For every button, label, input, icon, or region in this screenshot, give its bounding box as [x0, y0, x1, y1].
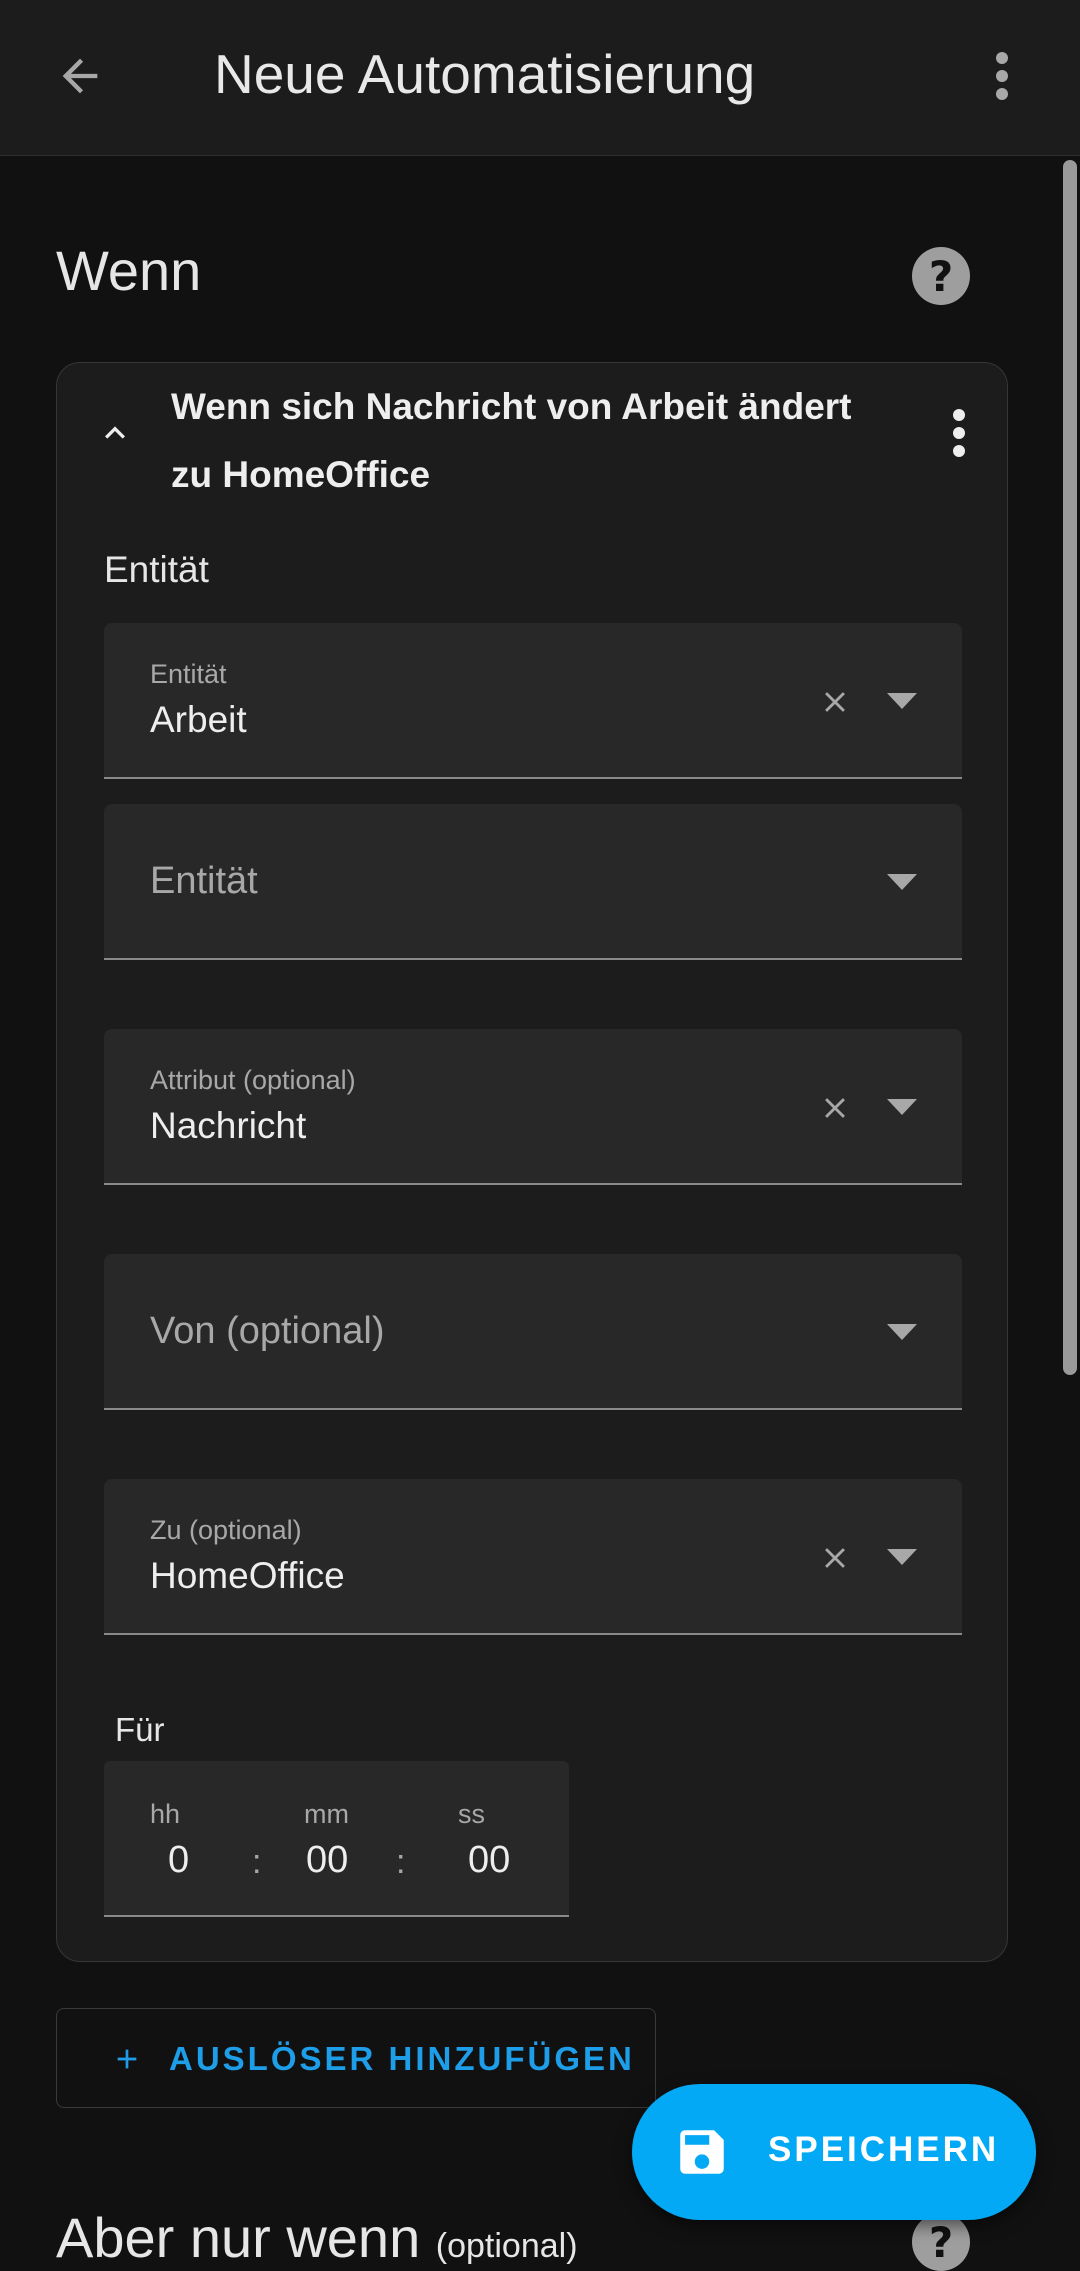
page-title: Neue Automatisierung: [214, 43, 756, 105]
seconds-label: ss: [458, 1799, 485, 1829]
chevron-up-icon[interactable]: [85, 403, 145, 463]
clear-icon[interactable]: [810, 1083, 860, 1133]
top-app-bar: Neue Automatisierung: [0, 0, 1080, 156]
floppy-disk-icon: [670, 2120, 734, 2184]
from-field-placeholder: Von (optional): [150, 1310, 385, 1352]
to-field-value: HomeOffice: [150, 1555, 345, 1596]
trigger-title[interactable]: Wenn sich Nachricht von Arbeit ändert zu…: [171, 373, 891, 509]
back-arrow-icon[interactable]: [48, 44, 112, 108]
add-trigger-label: AUSLÖSER HINZUFÜGEN: [169, 2040, 635, 2077]
conditions-section-title: Aber nur wenn (optional): [56, 2205, 578, 2270]
entity-section-label: Entität: [104, 549, 209, 590]
overflow-menu-icon[interactable]: [970, 44, 1034, 108]
separator: :: [252, 1843, 262, 1881]
clear-icon[interactable]: [810, 677, 860, 727]
dropdown-arrow-icon[interactable]: [880, 862, 924, 902]
second-entity-field[interactable]: Entität: [104, 804, 962, 960]
minutes-input[interactable]: 00: [306, 1839, 348, 1882]
conditions-title-text: Aber nur wenn: [56, 2206, 421, 2269]
duration-label: Für: [115, 1711, 165, 1748]
entity-field-value: Arbeit: [150, 699, 247, 740]
dropdown-arrow-icon[interactable]: [880, 1087, 924, 1127]
when-section-title: Wenn: [56, 239, 202, 302]
attribute-field[interactable]: Attribut (optional) Nachricht: [104, 1029, 962, 1185]
help-icon[interactable]: ?: [912, 247, 970, 305]
duration-input[interactable]: hh 0 : mm 00 : ss 00: [104, 1761, 569, 1917]
help-icon[interactable]: ?: [912, 2213, 970, 2271]
from-field[interactable]: Von (optional): [104, 1254, 962, 1410]
to-field-label: Zu (optional): [150, 1515, 302, 1545]
separator: :: [396, 1843, 406, 1881]
save-button[interactable]: SPEICHERN: [632, 2084, 1036, 2220]
save-button-label: SPEICHERN: [768, 2130, 1000, 2169]
trigger-card: Wenn sich Nachricht von Arbeit ändert zu…: [56, 362, 1008, 1962]
attribute-field-label: Attribut (optional): [150, 1065, 356, 1095]
clear-icon[interactable]: [810, 1533, 860, 1583]
attribute-field-value: Nachricht: [150, 1105, 307, 1146]
to-field[interactable]: Zu (optional) HomeOffice: [104, 1479, 962, 1635]
dropdown-arrow-icon[interactable]: [880, 1312, 924, 1352]
scrollbar[interactable]: [1063, 160, 1077, 1375]
entity-field-label: Entität: [150, 659, 227, 689]
dropdown-arrow-icon[interactable]: [880, 1537, 924, 1577]
minutes-label: mm: [304, 1799, 349, 1829]
dropdown-arrow-icon[interactable]: [880, 681, 924, 721]
entity-field[interactable]: Entität Arbeit: [104, 623, 962, 779]
add-trigger-button[interactable]: AUSLÖSER HINZUFÜGEN: [56, 2008, 656, 2108]
hours-input[interactable]: 0: [168, 1839, 189, 1882]
second-entity-placeholder: Entität: [150, 860, 258, 902]
conditions-optional-text: (optional): [435, 2227, 578, 2265]
trigger-menu-icon[interactable]: [929, 401, 989, 465]
seconds-input[interactable]: 00: [468, 1839, 510, 1882]
plus-icon: [105, 2037, 149, 2081]
hours-label: hh: [150, 1799, 181, 1829]
